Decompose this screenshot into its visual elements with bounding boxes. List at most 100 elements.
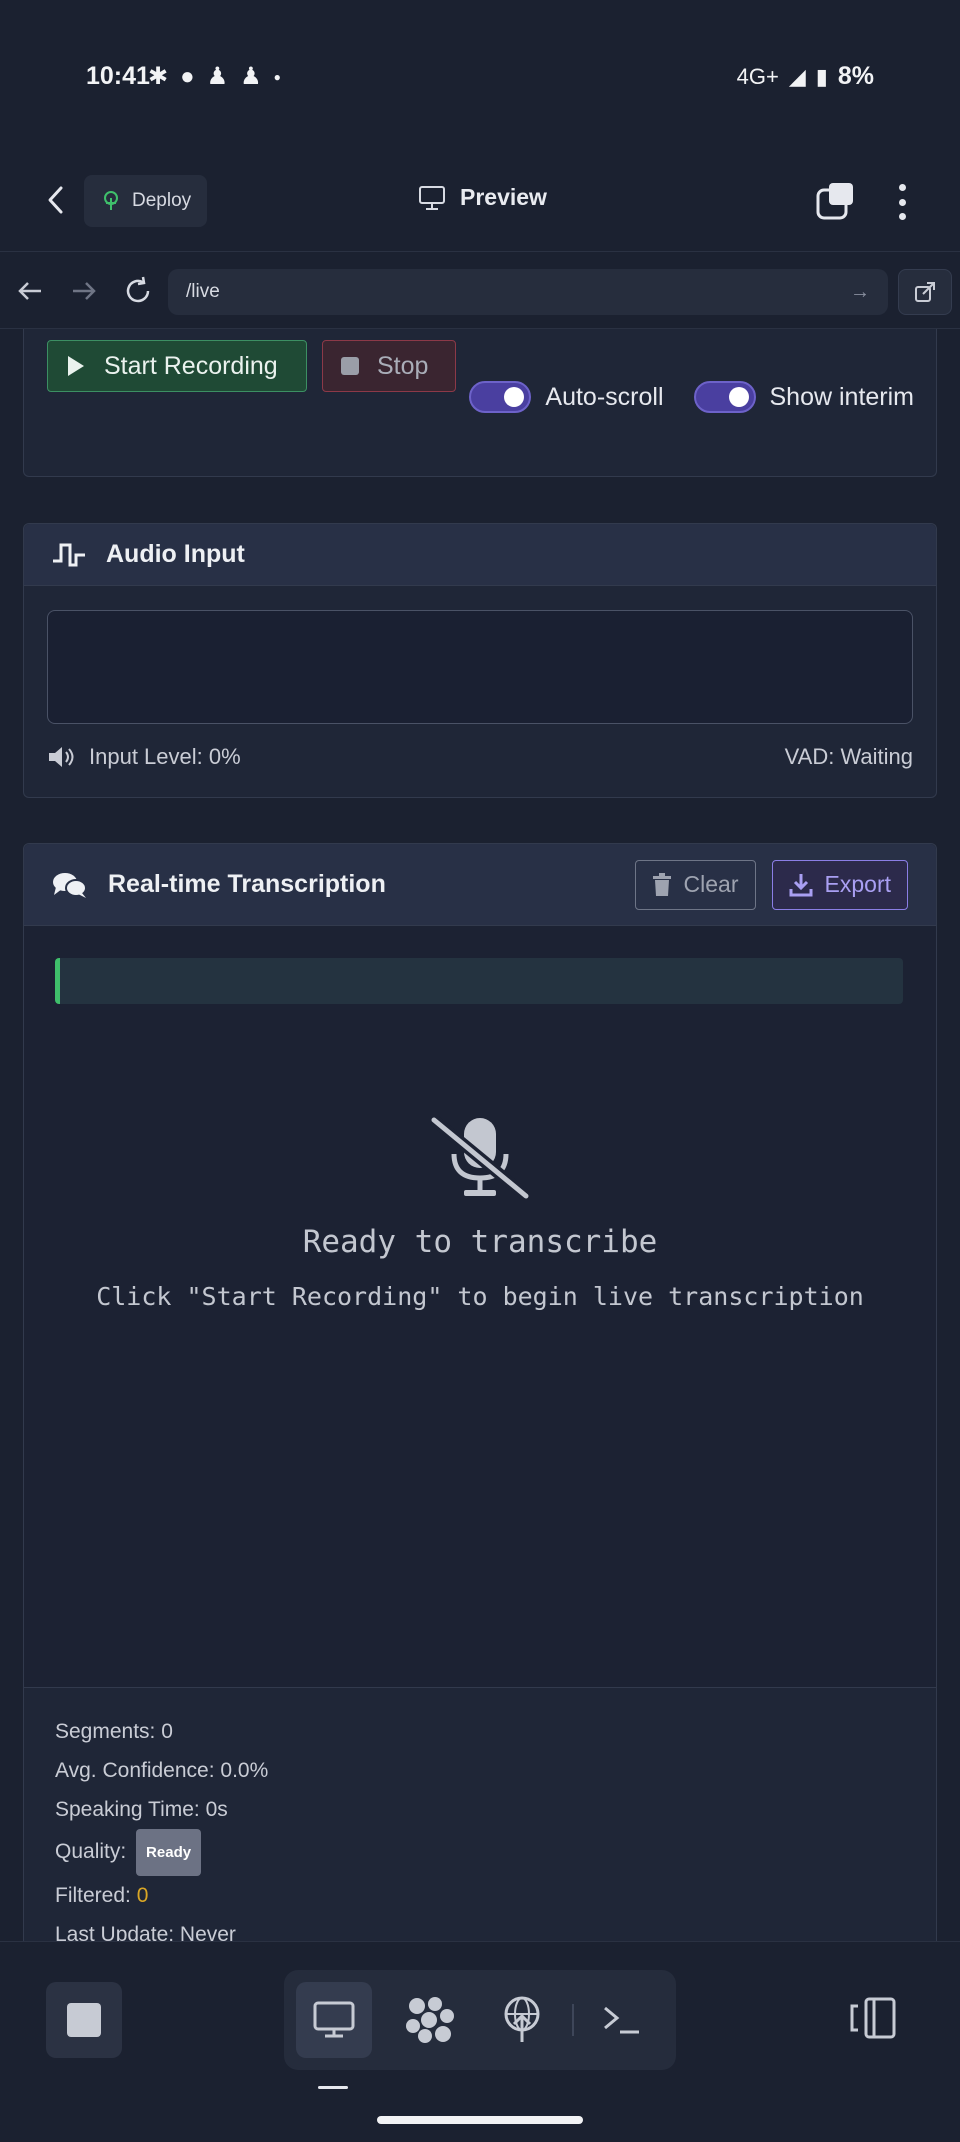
deploy-label: Deploy	[132, 190, 192, 211]
quality-badge: Ready	[136, 1829, 202, 1876]
clear-label: Clear	[683, 871, 739, 897]
audio-input-title: Audio Input	[106, 540, 245, 568]
chat-bubbles-icon	[53, 872, 87, 898]
quality-stat: Quality: Ready	[55, 1829, 268, 1876]
segment-divider	[572, 2004, 574, 2036]
split-view-icon	[850, 1997, 896, 2039]
speaking-time-stat: Speaking Time: 0s	[55, 1798, 228, 1821]
page-content: Start Recording Stop Auto-scroll Show in…	[0, 329, 960, 1941]
avg-confidence-stat: Avg. Confidence: 0.0%	[55, 1759, 269, 1782]
chat-icon: ●	[180, 62, 195, 90]
dot-icon	[898, 198, 906, 206]
agents-view-button[interactable]	[392, 1982, 468, 2058]
home-indicator[interactable]	[377, 2116, 583, 2124]
microphone-slash-icon	[430, 1116, 530, 1200]
show-interim-toggle[interactable]: Show interim	[693, 381, 915, 413]
deploy-view-button[interactable]	[484, 1982, 560, 2058]
terminal-view-button[interactable]	[584, 1982, 660, 2058]
show-interim-switch[interactable]	[693, 381, 756, 413]
url-path: /live	[186, 281, 220, 302]
stop-icon	[341, 357, 359, 375]
more-dot-icon: ●	[273, 69, 281, 84]
dot-icon	[898, 184, 906, 191]
transcript-area[interactable]: Ready to transcribe Click "Start Recordi…	[24, 926, 936, 1688]
show-interim-label: Show interim	[769, 382, 915, 411]
arrow-left-icon	[18, 282, 41, 300]
filtered-value: 0	[136, 1884, 149, 1907]
recording-controls-card: Start Recording Stop Auto-scroll Show in…	[23, 329, 937, 477]
battery-icon: ▮	[815, 63, 828, 89]
input-level-row: Input Level: 0% VAD: Waiting	[47, 744, 913, 770]
status-bar: 10:41 ✱ ● ♟ ♟ ● 4G+ ◢ ▮ 8%	[0, 0, 960, 150]
last-update-stat: Last Update: Never	[55, 1923, 236, 1941]
stop-square-icon	[67, 2003, 101, 2037]
preview-title: Preview	[418, 184, 547, 211]
empty-state-subtitle: Click "Start Recording" to begin live tr…	[96, 1282, 864, 1311]
status-time: 10:41	[86, 62, 150, 90]
monitor-icon	[313, 2001, 355, 2038]
monitor-icon	[419, 185, 445, 210]
interim-transcript-bar	[55, 958, 903, 1004]
status-right: 4G+ ◢ ▮ 8%	[737, 62, 874, 91]
reload-button[interactable]	[120, 273, 156, 309]
active-tab-indicator	[318, 2086, 348, 2089]
bottom-toolbar	[0, 1941, 960, 2142]
toggle-row: Auto-scroll Show interim	[469, 381, 914, 413]
start-recording-label: Start Recording	[104, 351, 278, 380]
deploy-icon	[104, 191, 118, 210]
url-bar: /live →	[0, 253, 960, 329]
tabs-icon	[816, 183, 853, 220]
start-recording-button[interactable]: Start Recording	[47, 340, 307, 392]
auto-scroll-toggle[interactable]: Auto-scroll	[469, 381, 664, 413]
slack-icon: ✱	[148, 63, 169, 90]
battery-percent: 8%	[837, 62, 874, 90]
filtered-stat: Filtered: 0	[55, 1876, 268, 1915]
transcription-stats: Segments: 0 Avg. Confidence: 0.0% Speaki…	[55, 1712, 268, 1941]
auto-scroll-switch[interactable]	[469, 381, 532, 413]
url-input[interactable]: /live →	[168, 269, 888, 315]
export-button[interactable]: Export	[771, 859, 908, 910]
clear-button[interactable]: Clear	[634, 859, 756, 910]
transcription-actions: Clear Export	[634, 859, 908, 910]
volume-icon	[49, 747, 74, 767]
signal-icon: ◢	[788, 63, 806, 89]
play-icon	[68, 356, 84, 376]
app-header: Deploy Preview	[0, 150, 960, 252]
globe-upload-icon	[504, 1996, 540, 2042]
filtered-label: Filtered:	[55, 1884, 131, 1907]
stop-button[interactable]: Stop	[322, 340, 456, 392]
segments-stat: Segments: 0	[55, 1720, 173, 1743]
back-button[interactable]	[36, 180, 76, 220]
terminal-icon	[604, 2006, 639, 2034]
transcription-card: Real-time Transcription Clear Export Rea…	[23, 843, 937, 1941]
go-arrow-icon[interactable]: →	[850, 281, 870, 304]
open-external-button[interactable]	[898, 269, 952, 315]
notification-icons: ✱ ● ♟ ♟ ●	[148, 62, 281, 91]
empty-state-title: Ready to transcribe	[302, 1224, 658, 1260]
stop-app-button[interactable]	[46, 1982, 122, 2058]
nav-forward-button[interactable]	[66, 273, 102, 309]
transcription-header: Real-time Transcription Clear Export	[24, 844, 936, 926]
preview-view-button[interactable]	[296, 1982, 372, 2058]
overflow-menu-button[interactable]	[888, 178, 916, 226]
dot-icon	[898, 213, 906, 220]
tabs-button[interactable]	[814, 180, 858, 224]
auto-scroll-label: Auto-scroll	[545, 382, 664, 411]
audio-input-header: Audio Input	[24, 524, 936, 586]
layout-toggle-button[interactable]	[848, 1996, 898, 2040]
page-title: Preview	[460, 184, 547, 210]
audio-input-card: Audio Input Input Level: 0% VAD: Waiting	[23, 523, 937, 798]
arrow-right-icon	[73, 282, 96, 300]
quality-label: Quality:	[55, 1840, 127, 1864]
nav-back-button[interactable]	[12, 273, 48, 309]
chevron-left-icon	[48, 186, 63, 214]
stop-label: Stop	[377, 351, 429, 380]
export-label: Export	[824, 871, 891, 897]
trash-icon	[652, 872, 671, 896]
cluster-icon	[406, 1997, 454, 2043]
snapchat-icon: ♟	[206, 63, 229, 90]
audio-visualizer	[47, 610, 913, 724]
download-icon	[789, 873, 813, 896]
deploy-button[interactable]: Deploy	[84, 175, 208, 227]
waveform-icon	[53, 543, 85, 566]
